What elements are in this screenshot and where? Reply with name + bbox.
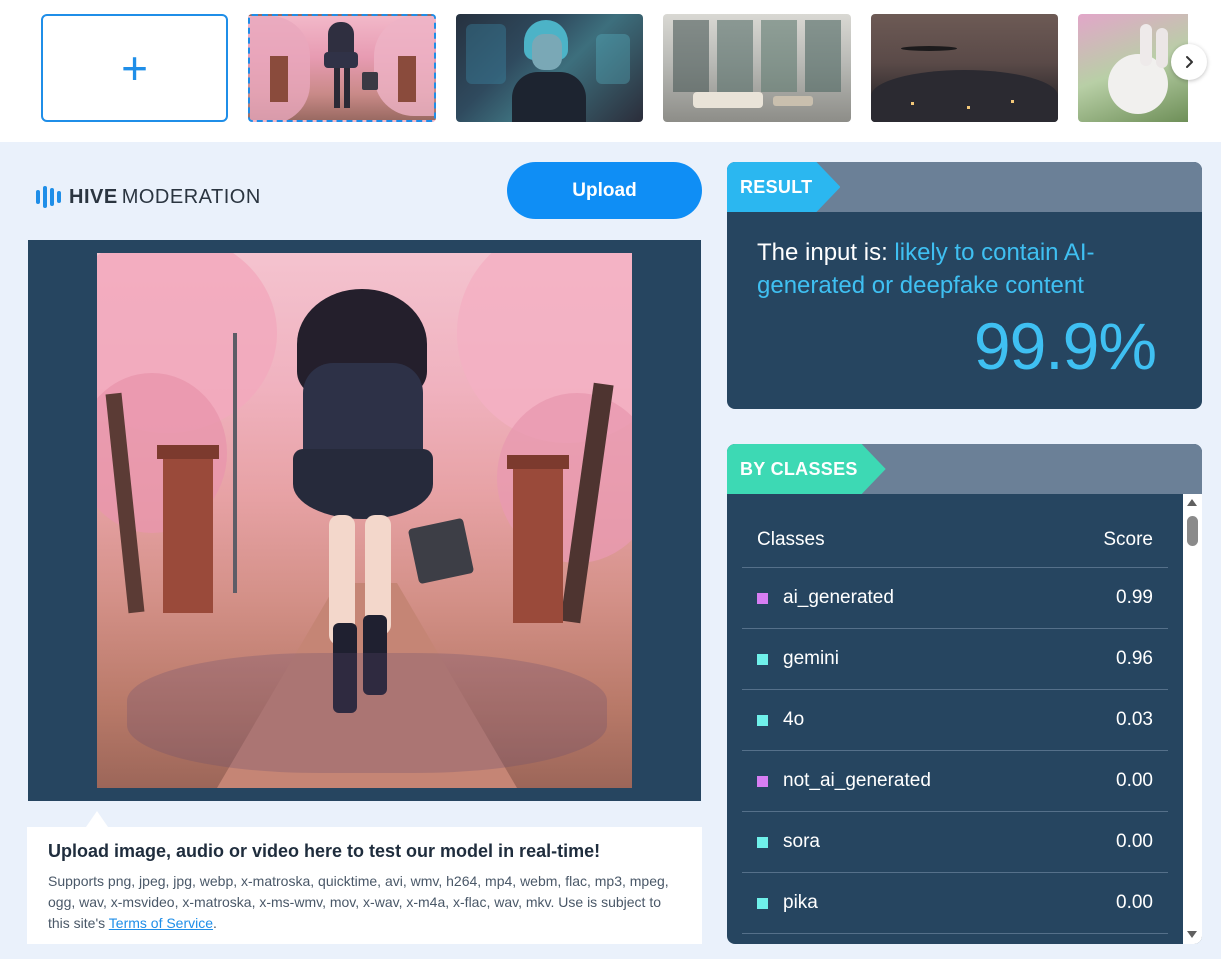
class-score: 0.00 — [1116, 831, 1153, 852]
table-row: pika 0.00 — [742, 873, 1168, 934]
table-row: not_ai_generated 0.00 — [742, 751, 1168, 812]
class-color-swatch — [757, 592, 768, 604]
classes-panel: BY CLASSES Classes Score ai_generated 0.… — [727, 444, 1202, 944]
class-color-swatch — [757, 897, 768, 909]
scroll-up-arrow-icon[interactable] — [1187, 499, 1197, 506]
class-color-swatch — [757, 836, 768, 848]
class-score: 0.00 — [1116, 770, 1153, 791]
chevron-right-icon — [1186, 56, 1193, 68]
result-panel: RESULT The input is: likely to contain A… — [727, 162, 1202, 409]
table-row: sora 0.00 — [742, 812, 1168, 873]
plus-icon: + — [121, 42, 148, 94]
result-header: RESULT — [727, 162, 1202, 212]
upload-button[interactable]: Upload — [507, 162, 702, 219]
result-verdict: The input is: likely to contain AI-gener… — [757, 239, 1095, 299]
class-score: 0.96 — [1116, 648, 1153, 669]
class-score: 0.03 — [1116, 709, 1153, 730]
classes-table-header: Classes Score — [742, 512, 1168, 568]
class-color-swatch — [757, 653, 768, 665]
sample-thumbnail-cyberpunk-portrait[interactable] — [456, 14, 643, 122]
info-text: Supports png, jpeg, jpg, webp, x-matrosk… — [48, 873, 669, 931]
classes-header-tag: BY CLASSES — [727, 444, 886, 494]
result-header-tag: RESULT — [727, 162, 840, 212]
next-samples-button[interactable] — [1171, 44, 1207, 80]
class-name: sora — [783, 831, 820, 852]
column-header-score: Score — [1103, 528, 1153, 550]
class-name: 4o — [783, 709, 805, 730]
class-name: pika — [783, 892, 818, 913]
add-media-button[interactable]: + — [41, 14, 228, 122]
scroll-down-arrow-icon[interactable] — [1187, 931, 1197, 938]
class-name: not_ai_generated — [783, 770, 931, 791]
sample-thumbnail-living-room[interactable] — [663, 14, 851, 122]
class-name: gemini — [783, 648, 839, 669]
classes-header: BY CLASSES — [727, 444, 1202, 494]
class-color-swatch — [757, 775, 768, 787]
table-row: 4o 0.03 — [742, 690, 1168, 751]
result-score: 99.9% — [973, 309, 1157, 383]
info-pointer — [86, 811, 108, 827]
class-score: 0.00 — [1116, 892, 1153, 913]
media-preview — [28, 240, 701, 801]
class-score: 0.99 — [1116, 587, 1153, 608]
class-name: ai_generated — [783, 587, 894, 608]
table-row: gemini 0.96 — [742, 629, 1168, 690]
table-row: ai_generated 0.99 — [742, 568, 1168, 629]
hive-moderation-logo[interactable]: HIVE MODERATION — [36, 184, 261, 210]
scrollbar-thumb[interactable] — [1187, 516, 1198, 546]
sample-media-strip: + — [0, 0, 1221, 142]
classes-scrollbar[interactable] — [1183, 494, 1202, 944]
sample-thumbnail-night-city[interactable] — [871, 14, 1058, 122]
column-header-classes: Classes — [757, 528, 825, 550]
sample-thumbnail-cherry-blossom[interactable] — [248, 14, 436, 122]
terms-of-service-link[interactable]: Terms of Service — [109, 915, 213, 931]
logo-text: HIVE MODERATION — [69, 185, 261, 208]
info-title: Upload image, audio or video here to tes… — [48, 841, 601, 861]
upload-info-box: Upload image, audio or video here to tes… — [27, 827, 702, 944]
hive-bars-icon — [36, 186, 61, 208]
classes-table: Classes Score ai_generated 0.99 gemini 0… — [742, 512, 1168, 934]
class-color-swatch — [757, 714, 768, 726]
preview-image — [97, 253, 632, 788]
